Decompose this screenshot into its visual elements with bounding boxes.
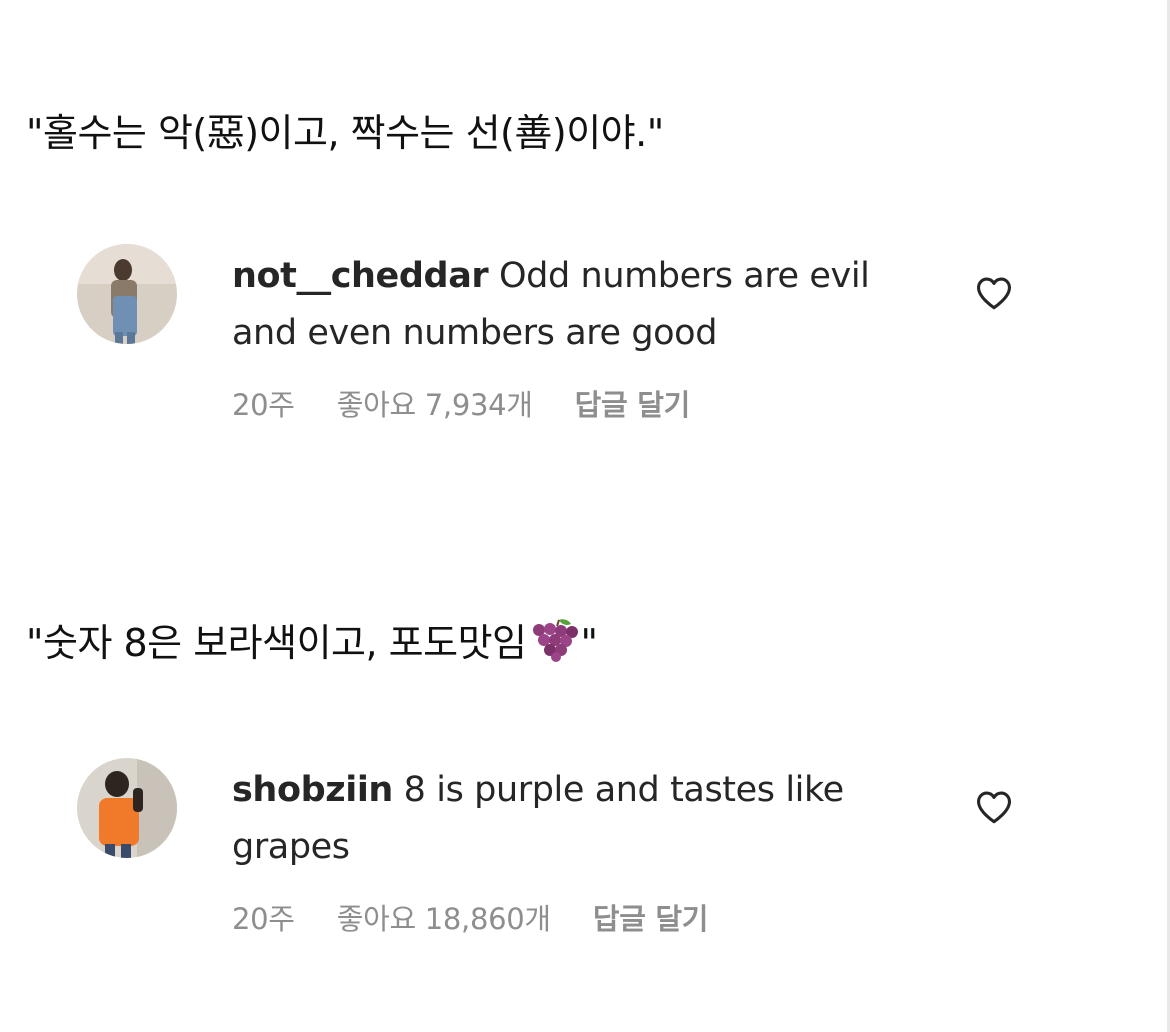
avatar[interactable]: [77, 244, 177, 344]
caption-end-quote: ": [580, 621, 598, 665]
avatar-photo: [77, 758, 177, 858]
comment-likes[interactable]: 좋아요 7,934개: [337, 382, 533, 424]
caption-text: "숫자 8은 보라색이고, 포도맛임: [26, 621, 527, 665]
like-heart-icon[interactable]: [975, 790, 1013, 824]
comment-meta: 20주 좋아요 18,860개 답글 달기: [232, 896, 708, 938]
grapes-icon: [532, 619, 578, 662]
comment-body: not__cheddar Odd numbers are evil and ev…: [232, 248, 932, 362]
comment-time: 20주: [232, 902, 295, 936]
caption-number-eight: "숫자 8은 보라색이고, 포도맛임 ": [26, 612, 598, 667]
reply-button[interactable]: 답글 달기: [575, 382, 691, 424]
caption-odd-even: "홀수는 악(惡)이고, 짝수는 선(善)이야.": [26, 111, 664, 155]
avatar-photo: [77, 244, 177, 344]
comment-likes[interactable]: 좋아요 18,860개: [337, 896, 551, 938]
comment-body: shobziin 8 is purple and tastes like gra…: [232, 762, 932, 876]
reply-button[interactable]: 답글 달기: [593, 896, 709, 938]
avatar[interactable]: [77, 758, 177, 858]
comment-username[interactable]: not__cheddar: [232, 256, 489, 296]
comment-time: 20주: [232, 388, 295, 422]
like-heart-icon[interactable]: [975, 276, 1013, 310]
comment-username[interactable]: shobziin: [232, 770, 393, 810]
comment-meta: 20주 좋아요 7,934개 답글 달기: [232, 382, 690, 424]
